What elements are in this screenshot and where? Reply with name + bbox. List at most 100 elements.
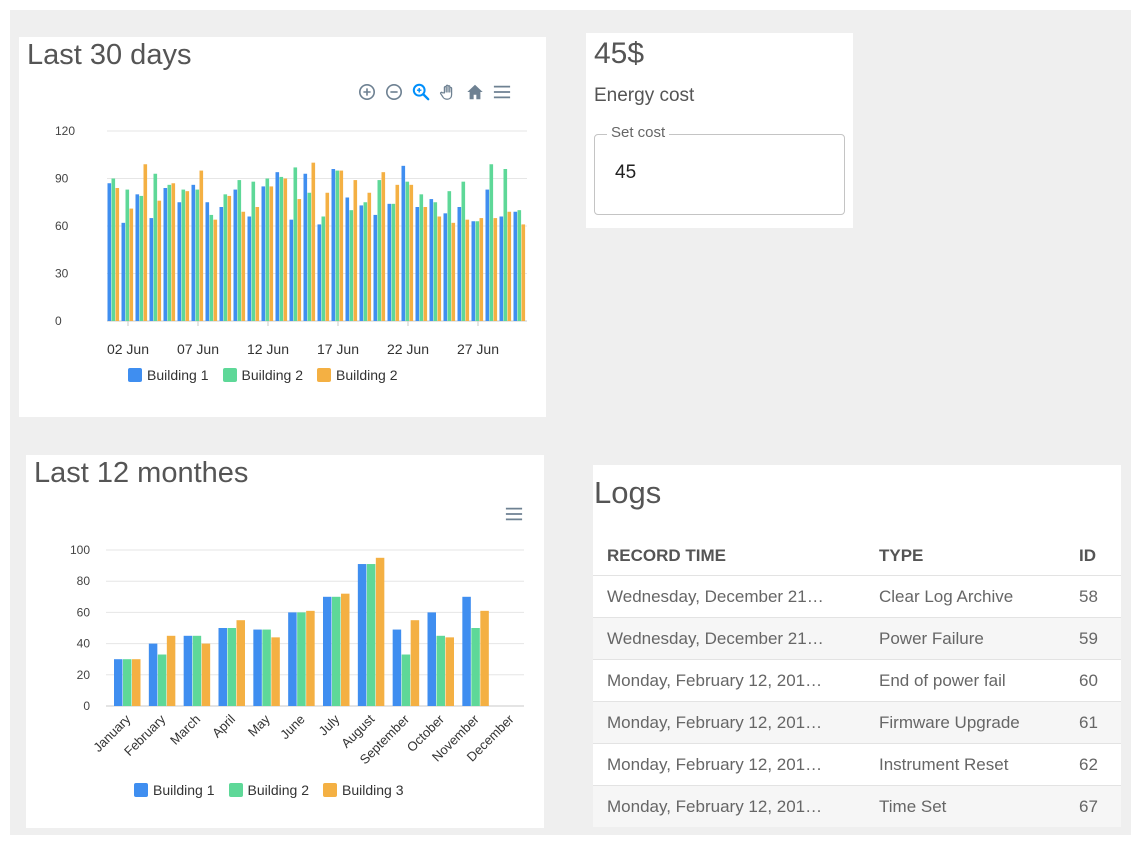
bar bbox=[345, 197, 350, 321]
column-header-type[interactable]: TYPE bbox=[865, 537, 1065, 576]
log-id: 59 bbox=[1065, 617, 1121, 660]
log-id: 61 bbox=[1065, 701, 1121, 744]
logs-header-row: RECORD TIME TYPE ID bbox=[593, 537, 1121, 576]
bar bbox=[419, 194, 424, 321]
bar bbox=[367, 192, 372, 321]
bar bbox=[465, 219, 470, 321]
y-tick-label: 90 bbox=[55, 172, 69, 186]
y-tick-label: 80 bbox=[77, 574, 91, 588]
legend-item-building-2[interactable]: Building 2 bbox=[222, 367, 303, 383]
legend-item-building-3[interactable]: Building 3 bbox=[323, 782, 404, 798]
bar bbox=[323, 596, 332, 706]
bar bbox=[185, 191, 190, 321]
daily-energy-card: Last 30 days 0 30 60 90 120 02 Jun 07 Jun 12 Ju… bbox=[19, 37, 546, 417]
bar bbox=[409, 184, 414, 321]
bar bbox=[513, 211, 518, 321]
legend-item-building-1[interactable]: Building 1 bbox=[128, 367, 209, 383]
legend-item-building-2b[interactable]: Building 2 bbox=[317, 367, 398, 383]
bar bbox=[377, 180, 382, 321]
bar bbox=[157, 654, 167, 706]
y-tick-label: 0 bbox=[83, 699, 90, 713]
table-row[interactable]: Monday, February 12, 201… Time Set 67 bbox=[593, 785, 1121, 827]
legend-swatch bbox=[134, 783, 148, 797]
bar bbox=[436, 635, 445, 706]
bar bbox=[171, 183, 176, 321]
table-row[interactable]: Wednesday, December 21… Power Failure 59 bbox=[593, 617, 1121, 660]
bar bbox=[363, 202, 368, 321]
bar bbox=[209, 214, 214, 321]
bar bbox=[167, 184, 172, 321]
bar bbox=[227, 628, 236, 706]
legend-label: Building 2 bbox=[336, 367, 398, 383]
bar bbox=[289, 219, 294, 321]
set-cost-input[interactable] bbox=[613, 161, 817, 185]
bar bbox=[335, 170, 340, 321]
y-tick-label: 100 bbox=[70, 543, 90, 557]
energy-cost-label: Energy cost bbox=[594, 85, 695, 106]
bar bbox=[451, 222, 456, 321]
bar bbox=[261, 186, 266, 321]
y-tick-label: 120 bbox=[55, 124, 75, 138]
table-row[interactable]: Monday, February 12, 201… Instrument Res… bbox=[593, 743, 1121, 786]
x-tick-label: March bbox=[167, 712, 203, 748]
set-cost-field[interactable]: Set cost bbox=[594, 124, 845, 215]
bar bbox=[341, 593, 350, 706]
bar bbox=[462, 596, 471, 706]
bar bbox=[125, 189, 130, 321]
bar bbox=[166, 635, 176, 706]
bar bbox=[288, 612, 297, 706]
logs-card: Logs RECORD TIME TYPE ID Wednesday, Dece… bbox=[593, 465, 1121, 827]
bar bbox=[153, 173, 158, 321]
table-row[interactable]: Wednesday, December 21… Clear Log Archiv… bbox=[593, 575, 1121, 618]
set-cost-label: Set cost bbox=[607, 124, 670, 141]
bar bbox=[493, 218, 498, 321]
bar bbox=[405, 181, 410, 321]
bar bbox=[297, 199, 302, 321]
bar bbox=[297, 612, 306, 706]
bar bbox=[401, 654, 411, 706]
bar bbox=[115, 188, 120, 321]
bar bbox=[445, 637, 454, 706]
bar bbox=[479, 218, 484, 321]
bar bbox=[213, 219, 218, 321]
legend-item-building-2[interactable]: Building 2 bbox=[228, 782, 309, 798]
bar bbox=[395, 184, 400, 321]
bar bbox=[457, 207, 462, 321]
bar bbox=[433, 202, 438, 321]
bar bbox=[139, 195, 144, 321]
legend-item-building-1[interactable]: Building 1 bbox=[134, 782, 215, 798]
bar bbox=[157, 200, 162, 321]
legend-label: Building 3 bbox=[342, 782, 404, 798]
bar bbox=[332, 596, 341, 706]
log-id: 62 bbox=[1065, 743, 1121, 786]
bar bbox=[247, 216, 252, 321]
bar bbox=[283, 178, 288, 321]
bar bbox=[461, 181, 466, 321]
legend-swatch bbox=[228, 783, 243, 797]
bar bbox=[236, 620, 245, 706]
table-row[interactable]: Monday, February 12, 201… Firmware Upgra… bbox=[593, 701, 1121, 744]
bar bbox=[199, 170, 204, 321]
bar bbox=[447, 191, 452, 321]
column-header-record-time[interactable]: RECORD TIME bbox=[593, 537, 865, 576]
logs-title: Logs bbox=[594, 475, 662, 510]
bar bbox=[471, 628, 480, 706]
x-tick-label: July bbox=[316, 711, 343, 738]
bar bbox=[201, 643, 211, 706]
table-row[interactable]: Monday, February 12, 201… End of power f… bbox=[593, 659, 1121, 702]
column-header-id[interactable]: ID bbox=[1065, 537, 1121, 576]
bar bbox=[307, 192, 312, 321]
bar bbox=[317, 224, 322, 321]
bar bbox=[375, 557, 385, 706]
energy-cost-value: 45$ bbox=[594, 37, 645, 70]
monthly-energy-card: Last 12 monthes 0 20 40 60 80 100 January Febru… bbox=[26, 455, 544, 828]
bar bbox=[111, 178, 116, 321]
bar bbox=[241, 211, 246, 321]
bar bbox=[503, 169, 508, 321]
log-type: Time Set bbox=[865, 785, 1065, 827]
bar bbox=[423, 207, 428, 321]
bar bbox=[410, 620, 420, 706]
logs-table: RECORD TIME TYPE ID Wednesday, December … bbox=[593, 537, 1121, 827]
bar bbox=[253, 629, 262, 706]
bar bbox=[251, 181, 256, 321]
